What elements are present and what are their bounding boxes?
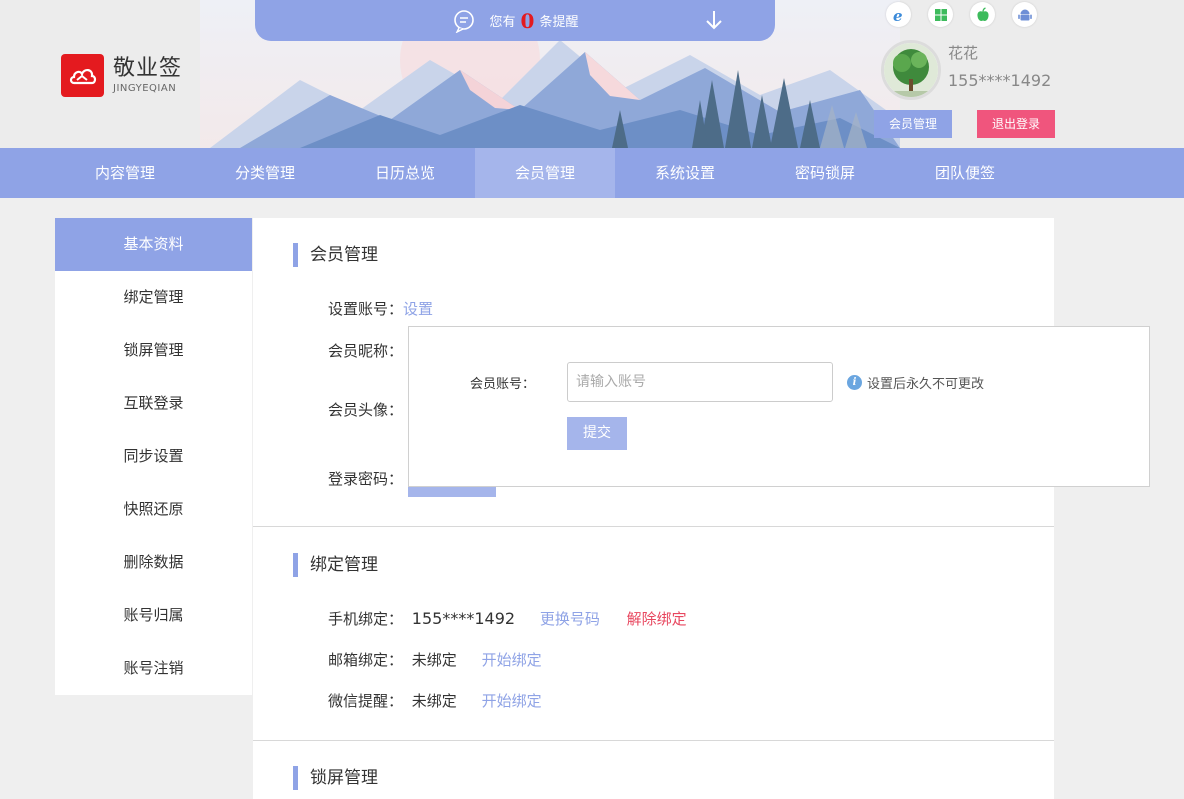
user-name: 花花 [948, 44, 979, 62]
divider [253, 526, 1054, 527]
nav-lockscreen[interactable]: 密码锁屏 [755, 148, 895, 198]
account-tip: i 设置后永久不可更改 [847, 373, 984, 392]
wechat-binding-row: 微信提醒： 未绑定 开始绑定 [328, 690, 542, 711]
set-account-popup: 会员账号： i 设置后永久不可更改 提交 [408, 326, 1150, 487]
logo-subtitle: JINGYEQIAN [113, 83, 177, 94]
member-account-label: 会员账号： [470, 377, 536, 392]
set-account-link[interactable]: 设置 [403, 300, 433, 318]
email-binding-value: 未绑定 [411, 651, 457, 669]
svg-text:e: e [893, 7, 903, 23]
chat-bubble-icon [452, 9, 476, 33]
avatar-label: 会员头像： [328, 401, 404, 419]
sidebar-item-lockscreen[interactable]: 锁屏管理 [55, 324, 252, 377]
reminder-prefix: 您有 [489, 15, 516, 30]
logo[interactable]: 敬业签 JINGYEQIAN [61, 54, 182, 97]
sidebar-item-delete-data[interactable]: 删除数据 [55, 536, 252, 589]
wechat-binding-label: 微信提醒： [328, 692, 404, 710]
platform-downloads: e [886, 2, 1054, 27]
info-icon: i [847, 375, 862, 390]
main-content: 会员管理 设置账号：设置 会员昵称： 会员头像： 登录密码： 绑定管理 手机绑定… [253, 218, 1054, 799]
email-binding-row: 邮箱绑定： 未绑定 开始绑定 [328, 649, 542, 670]
reminder-banner[interactable]: 您有 0 条提醒 [255, 0, 775, 41]
sidebar-item-snapshot[interactable]: 快照还原 [55, 483, 252, 536]
submit-button[interactable]: 提交 [567, 417, 627, 450]
logout-button[interactable]: 退出登录 [977, 110, 1055, 138]
nav-category[interactable]: 分类管理 [195, 148, 335, 198]
member-section-title: 会员管理 [293, 243, 378, 267]
unbind-phone-link[interactable]: 解除绑定 [627, 610, 687, 628]
nav-member[interactable]: 会员管理 [475, 148, 615, 198]
phone-binding-label: 手机绑定： [328, 610, 404, 628]
sidebar-item-cancel-account[interactable]: 账号注销 [55, 642, 252, 695]
change-phone-link[interactable]: 更换号码 [540, 610, 600, 628]
android-icon[interactable] [1012, 2, 1037, 27]
avatar[interactable] [881, 40, 941, 100]
lock-section-title: 锁屏管理 [293, 766, 378, 790]
sidebar-item-profile[interactable]: 基本资料 [55, 218, 252, 271]
header: 敬业签 JINGYEQIAN 您有 0 条提醒 e 花花 155****1492… [0, 0, 1184, 148]
arrow-down-icon[interactable] [705, 10, 723, 34]
apple-icon[interactable] [970, 2, 995, 27]
sidebar-item-sync[interactable]: 同步设置 [55, 430, 252, 483]
ie-icon[interactable]: e [886, 2, 911, 27]
reminder-count: 0 [520, 8, 535, 33]
binding-section-title: 绑定管理 [293, 553, 378, 577]
reminder-suffix: 条提醒 [539, 15, 579, 30]
account-label: 设置账号： [328, 300, 404, 318]
nav-calendar[interactable]: 日历总览 [335, 148, 475, 198]
user-phone: 155****1492 [948, 71, 1052, 90]
nav-team[interactable]: 团队便签 [895, 148, 1035, 198]
account-row: 设置账号：设置 [328, 298, 433, 319]
sidebar: 基本资料 绑定管理 锁屏管理 互联登录 同步设置 快照还原 删除数据 账号归属 … [55, 218, 252, 695]
sidebar-item-account-owner[interactable]: 账号归属 [55, 589, 252, 642]
sidebar-item-binding[interactable]: 绑定管理 [55, 271, 252, 324]
phone-binding-value: 155****1492 [411, 609, 516, 628]
sidebar-item-linked-login[interactable]: 互联登录 [55, 377, 252, 430]
wechat-binding-value: 未绑定 [411, 692, 457, 710]
bind-email-link[interactable]: 开始绑定 [482, 651, 542, 669]
phone-binding-row: 手机绑定： 155****1492 更换号码 解除绑定 [328, 608, 687, 629]
logo-name: 敬业签 [113, 56, 183, 81]
nav-settings[interactable]: 系统设置 [615, 148, 755, 198]
email-binding-label: 邮箱绑定： [328, 651, 404, 669]
main-nav: 内容管理 分类管理 日历总览 会员管理 系统设置 密码锁屏 团队便签 [0, 148, 1184, 198]
divider [253, 740, 1054, 741]
cloud-logo-icon [61, 54, 104, 97]
password-label: 登录密码： [328, 470, 404, 488]
account-input[interactable] [567, 362, 833, 402]
bind-wechat-link[interactable]: 开始绑定 [482, 692, 542, 710]
member-management-button[interactable]: 会员管理 [874, 110, 952, 138]
windows-icon[interactable] [928, 2, 953, 27]
account-tip-text: 设置后永久不可更改 [867, 377, 985, 392]
nav-content[interactable]: 内容管理 [55, 148, 195, 198]
nickname-label: 会员昵称： [328, 342, 404, 360]
